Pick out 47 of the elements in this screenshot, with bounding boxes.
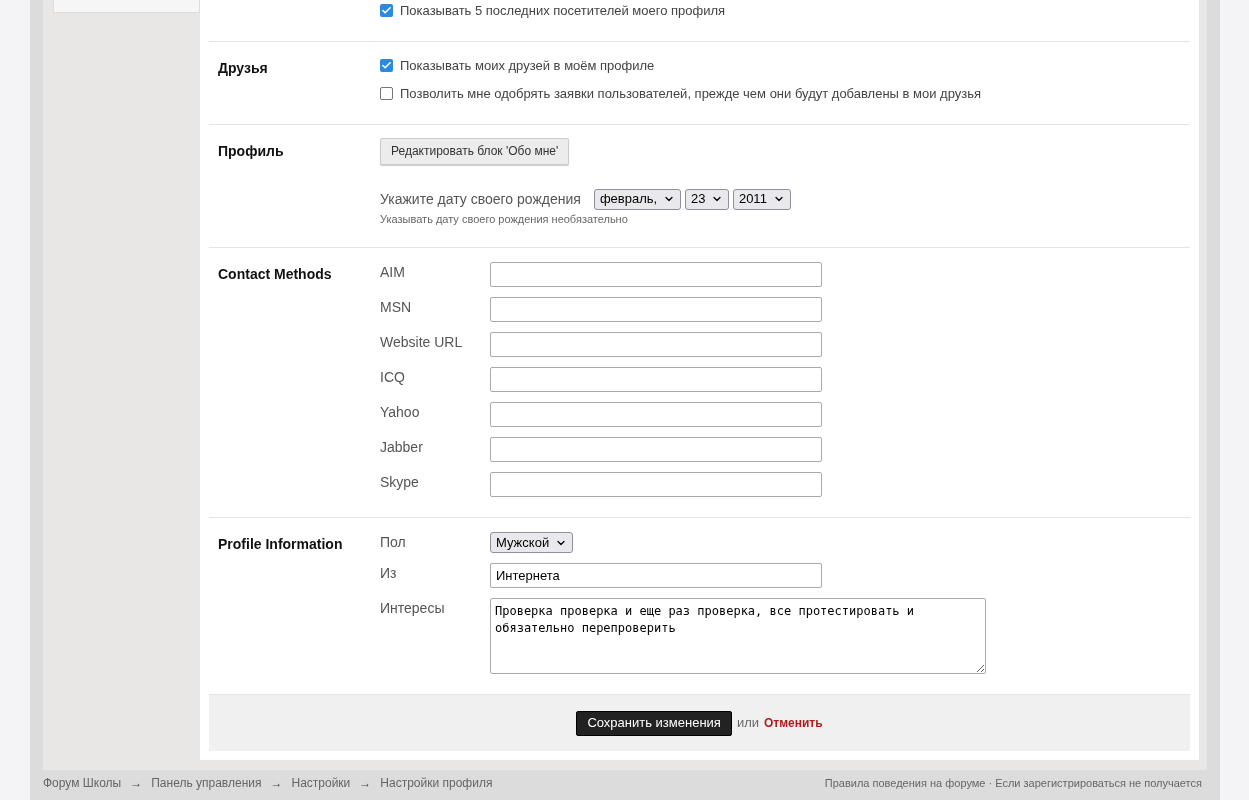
checkbox[interactable] xyxy=(380,4,393,18)
field-label: Интересы xyxy=(380,599,446,618)
cancel-link[interactable]: Отменить xyxy=(764,714,823,732)
section-title: Contact Methods xyxy=(218,266,332,282)
breadcrumb-link[interactable]: Форум Школы xyxy=(43,774,122,792)
section-title: Profile Information xyxy=(218,536,343,552)
checkbox[interactable] xyxy=(380,87,393,101)
text-field[interactable] xyxy=(490,472,822,497)
text-field[interactable] xyxy=(490,262,822,287)
text-field[interactable] xyxy=(490,437,822,462)
day-select[interactable]: 23 xyxy=(684,188,729,210)
footer-links[interactable]: Правила поведения на форуме · Если зарегистрироваться не получается xyxy=(824,774,1202,792)
or-text: или xyxy=(736,714,759,733)
field-label: Из xyxy=(380,564,398,583)
breadcrumb-link[interactable]: Панель управления xyxy=(151,774,262,792)
year-select[interactable]: 2011 xyxy=(732,188,791,210)
checkbox[interactable] xyxy=(380,58,393,72)
breadcrumb-arrow: → xyxy=(359,775,372,792)
breadcrumb-link[interactable]: Настройки xyxy=(291,774,351,792)
field-label: Website URL xyxy=(380,333,464,352)
birthday-label: Укажите дату своего рождения xyxy=(380,189,581,209)
edit-about-button[interactable]: Редактировать блок 'Обо мне' xyxy=(380,137,570,165)
field-label: Jabber xyxy=(380,438,424,457)
text-field[interactable] xyxy=(490,367,822,392)
checkbox-label: Показывать 5 последних посетителей моего профиля xyxy=(400,2,726,20)
field-label: ICQ xyxy=(380,368,406,387)
field-label: Skype xyxy=(380,473,420,492)
gender-select[interactable]: Мужской xyxy=(490,532,573,553)
field-label: AIM xyxy=(380,263,406,282)
breadcrumb-arrow: → xyxy=(130,775,143,792)
section-title: Друзья xyxy=(218,59,268,76)
text-field[interactable] xyxy=(490,332,822,357)
text-field[interactable]: Интернета xyxy=(490,563,822,588)
section-title: Профиль xyxy=(218,142,284,159)
text-area[interactable]: Проверка проверка и еще раз проверка, все протестировать и обязательно перепроверить xyxy=(490,598,986,674)
text-field[interactable] xyxy=(490,402,822,427)
save-button[interactable]: Сохранить изменения xyxy=(576,710,732,736)
checkbox-label: Показывать моих друзей в моём профиле xyxy=(400,56,655,75)
breadcrumb-link[interactable]: Настройки профиля xyxy=(380,774,493,792)
breadcrumb-arrow: → xyxy=(270,775,283,792)
field-label: Yahoo xyxy=(380,403,421,422)
month-select[interactable]: февраль, xyxy=(593,188,681,210)
field-label: Пол xyxy=(380,533,407,552)
text-field[interactable] xyxy=(490,297,822,322)
birthday-hint: Указывать дату своего рождения необязательно xyxy=(380,211,629,227)
checkbox-label: Позволить мне одобрять заявки пользователей, прежде чем они будут добавлены в мои друзья xyxy=(400,85,982,103)
field-label: MSN xyxy=(380,298,413,317)
